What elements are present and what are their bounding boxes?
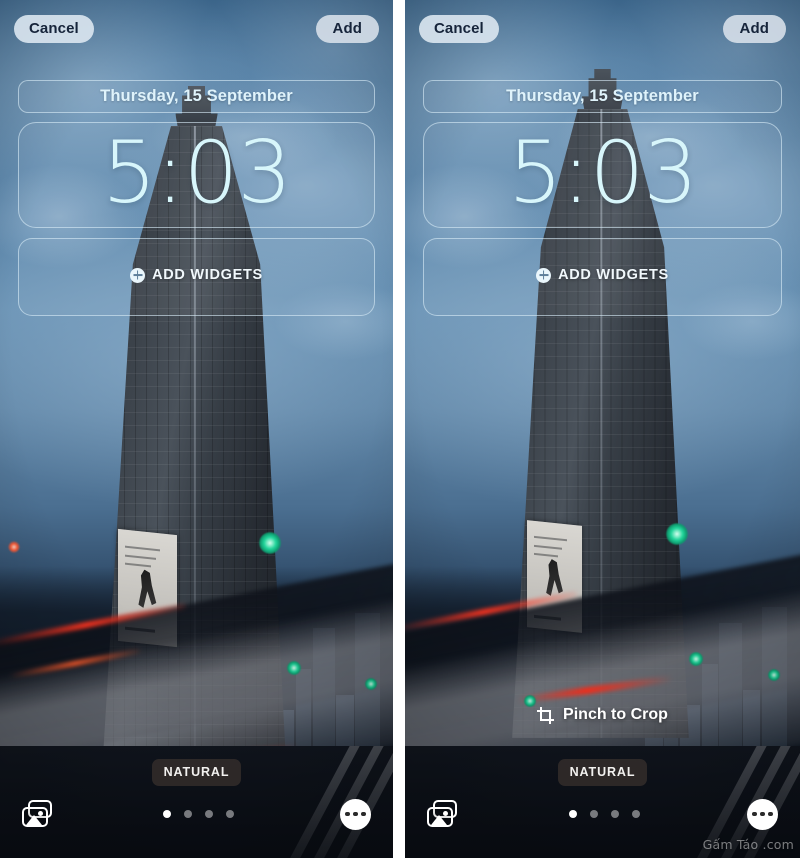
widget-stack: Thursday, 15 September 5:03 ADD WIDGETS bbox=[423, 80, 782, 316]
widget-stack: Thursday, 15 September 5:03 ADD WIDGETS bbox=[18, 80, 375, 316]
crop-icon bbox=[537, 706, 555, 724]
cancel-button[interactable]: Cancel bbox=[419, 15, 499, 43]
plus-circle-icon bbox=[536, 267, 552, 283]
status-badge[interactable]: NATURAL bbox=[151, 759, 242, 786]
editor-top-bar: Cancel Add bbox=[0, 0, 393, 58]
clock-widget-slot[interactable]: 5:03 bbox=[423, 122, 782, 228]
page-dot[interactable] bbox=[204, 810, 213, 818]
page-dot[interactable] bbox=[589, 810, 598, 818]
photo-library-icon[interactable] bbox=[427, 800, 461, 828]
page-dots bbox=[162, 810, 234, 818]
date-text: Thursday, 15 September bbox=[506, 87, 699, 105]
photo-library-icon[interactable] bbox=[22, 800, 56, 828]
page-dot[interactable] bbox=[631, 810, 640, 818]
add-button[interactable]: Add bbox=[315, 15, 379, 43]
date-widget-slot[interactable]: Thursday, 15 September bbox=[18, 80, 375, 113]
ellipsis-icon bbox=[752, 811, 758, 817]
pinch-to-crop-label: Pinch to Crop bbox=[563, 706, 668, 723]
date-text: Thursday, 15 September bbox=[100, 87, 293, 105]
page-dot[interactable] bbox=[162, 810, 171, 818]
add-button[interactable]: Add bbox=[722, 15, 786, 43]
status-badge[interactable]: NATURAL bbox=[557, 759, 648, 786]
pinch-to-crop-hint: Pinch to Crop bbox=[405, 706, 800, 724]
ellipsis-icon bbox=[345, 811, 351, 817]
ellipsis-icon bbox=[360, 811, 366, 817]
add-widgets-label: ADD WIDGETS bbox=[558, 267, 669, 283]
ellipsis-icon bbox=[760, 811, 765, 817]
page-dot[interactable] bbox=[610, 810, 619, 818]
more-options-button[interactable] bbox=[747, 798, 778, 830]
lockscreen-panel-left: Cancel Add Thursday, 15 September 5:03 A… bbox=[0, 0, 393, 858]
editor-bottom-bar bbox=[405, 794, 800, 834]
more-options-button[interactable] bbox=[340, 798, 371, 830]
style-badge-wrap: NATURAL bbox=[405, 759, 800, 786]
ellipsis-icon bbox=[353, 811, 358, 817]
add-widgets-slot[interactable]: ADD WIDGETS bbox=[18, 238, 375, 316]
page-dot[interactable] bbox=[568, 810, 577, 818]
page-dot[interactable] bbox=[225, 810, 234, 818]
clock-time: 5:03 bbox=[507, 123, 698, 223]
cancel-button[interactable]: Cancel bbox=[14, 15, 94, 43]
page-dots bbox=[568, 810, 640, 818]
screenshot-stage: Cancel Add Thursday, 15 September 5:03 A… bbox=[0, 0, 800, 858]
page-dot[interactable] bbox=[183, 810, 192, 818]
style-badge-wrap: NATURAL bbox=[0, 759, 393, 786]
ellipsis-icon bbox=[767, 811, 773, 817]
watermark: Gấm Táo .com bbox=[702, 837, 794, 852]
date-widget-slot[interactable]: Thursday, 15 September bbox=[423, 80, 782, 113]
lockscreen-panel-right: Cancel Add Thursday, 15 September 5:03 A… bbox=[405, 0, 800, 858]
add-widgets-slot[interactable]: ADD WIDGETS bbox=[423, 238, 782, 316]
editor-top-bar: Cancel Add bbox=[405, 0, 800, 58]
editor-bottom-bar bbox=[0, 794, 393, 834]
plus-circle-icon bbox=[130, 267, 146, 283]
add-widgets-label: ADD WIDGETS bbox=[152, 267, 263, 283]
clock-widget-slot[interactable]: 5:03 bbox=[18, 122, 375, 228]
clock-time: 5:03 bbox=[101, 123, 292, 223]
